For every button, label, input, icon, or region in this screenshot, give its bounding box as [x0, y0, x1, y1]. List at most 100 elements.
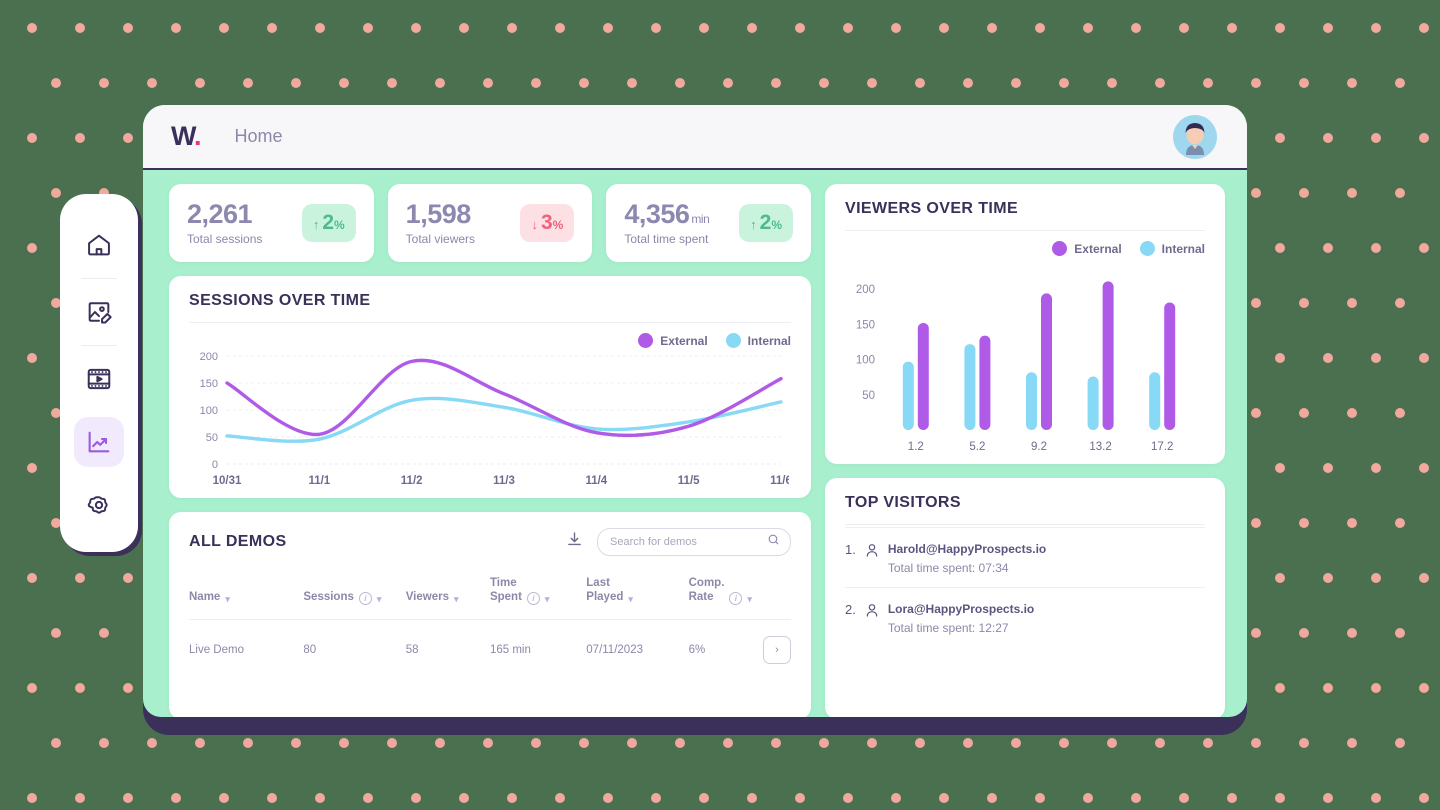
table-header-row: Name ▾ Sessions i ▾ Viewers ▾ Time Spent	[189, 562, 791, 619]
top-visitors-card: TOP VISITORS 1. Harold@HappyProspects.io…	[825, 478, 1225, 717]
list-item[interactable]: 2. Lora@HappyProspects.io Total time spe…	[845, 587, 1205, 647]
card-title: VIEWERS OVER TIME	[845, 200, 1019, 217]
legend-item-external: External	[638, 333, 708, 348]
col-label: Name	[189, 591, 221, 604]
col-last-played[interactable]: Last Played ▾	[586, 562, 688, 619]
person-icon	[864, 602, 880, 635]
list-item[interactable]: 1. Harold@HappyProspects.io Total time s…	[845, 527, 1205, 587]
divider	[845, 524, 1205, 525]
legend-item-external: External	[1052, 241, 1122, 256]
sidebar-item-video[interactable]	[74, 354, 124, 404]
svg-text:17.2: 17.2	[1151, 441, 1173, 453]
visitor-time: Total time spent: 07:34	[887, 561, 1009, 575]
search-input[interactable]	[608, 535, 761, 549]
col-name[interactable]: Name ▾	[189, 562, 303, 619]
stat-text: 1,598 Total viewers	[406, 200, 475, 246]
chevron-down-icon[interactable]: ▾	[628, 594, 633, 605]
info-icon[interactable]: i	[729, 591, 743, 605]
divider	[81, 345, 117, 346]
analytics-icon	[88, 431, 110, 453]
row-open-button[interactable]: ›	[763, 635, 791, 664]
legend-dot-internal	[1139, 241, 1155, 256]
divider	[81, 278, 117, 279]
sidebar-item-settings[interactable]	[74, 480, 124, 530]
cell-last-played: 07/11/2023	[586, 618, 689, 680]
svg-text:150: 150	[856, 319, 875, 331]
right-column: VIEWERS OVER TIME External Internal 50 10…	[825, 184, 1225, 717]
col-label: Comp. Rate	[688, 577, 725, 604]
legend-label: External	[1074, 241, 1122, 256]
avatar[interactable]	[1173, 114, 1217, 159]
divider	[845, 230, 1205, 231]
legend-dot-external	[1052, 241, 1068, 256]
stat-number: 1,598	[405, 199, 472, 230]
download-icon[interactable]	[566, 531, 583, 553]
stat-number: 4,356	[624, 199, 690, 230]
viewers-bar-chart: 50 100 150 200 1.2 5.2 9.2 13.2 17.2	[856, 281, 1176, 453]
sessions-over-time-card: SESSIONS OVER TIME External Internal 0 50…	[169, 276, 811, 498]
stat-delta-badge: ↑ 2 %	[739, 204, 794, 242]
visitor-email: Lora@HappyProspects.io	[887, 602, 1035, 616]
stat-value: 4,356 min	[624, 200, 709, 228]
cell-comp-rate: 6% ›	[688, 618, 791, 680]
col-label: Last Played	[586, 577, 624, 604]
chevron-down-icon[interactable]: ▾	[545, 594, 550, 605]
device-screen: W. Home 2,261 Total sessions ↑ 2 % 1,598…	[143, 105, 1247, 717]
col-viewers[interactable]: Viewers ▾	[406, 562, 490, 619]
stat-text: 4,356 min Total time spent	[624, 200, 709, 246]
chevron-down-icon[interactable]: ▾	[377, 594, 382, 605]
chevron-down-icon[interactable]: ▾	[225, 594, 230, 605]
svg-text:0: 0	[212, 459, 218, 471]
chevron-down-icon[interactable]: ▾	[747, 594, 752, 605]
svg-text:11/6: 11/6	[770, 475, 789, 487]
app-logo[interactable]: W.	[171, 123, 201, 150]
dashboard-content: 2,261 Total sessions ↑ 2 % 1,598 Total v…	[143, 170, 1247, 717]
delta-percent: %	[552, 218, 564, 232]
legend-dot-internal	[725, 333, 741, 348]
sidebar-item-home[interactable]	[74, 220, 124, 270]
stats-row: 2,261 Total sessions ↑ 2 % 1,598 Total v…	[169, 184, 812, 262]
delta-value: 3	[540, 211, 553, 234]
stat-unit: min	[691, 212, 710, 227]
sidebar-item-analytics[interactable]	[74, 417, 124, 467]
col-sessions[interactable]: Sessions i ▾	[303, 562, 405, 619]
table-row[interactable]: Live Demo 80 58 165 min 07/11/2023 6% ›	[189, 618, 791, 680]
cell-viewers: 58	[405, 618, 490, 680]
cell-sessions: 80	[303, 618, 406, 680]
col-comp-rate[interactable]: Comp. Rate i ▾	[689, 562, 791, 619]
card-title: ALL DEMOS	[189, 533, 287, 550]
svg-text:100: 100	[200, 405, 218, 417]
nav-home[interactable]: Home	[235, 126, 283, 147]
arrow-up-icon: ↑	[312, 217, 320, 232]
svg-text:100: 100	[856, 355, 875, 367]
legend-label: Internal	[1161, 241, 1205, 256]
search-icon[interactable]	[767, 533, 780, 551]
sidebar-item-media[interactable]	[74, 287, 124, 337]
divider	[189, 322, 791, 323]
stat-label: Total time spent	[624, 231, 709, 246]
svg-text:200: 200	[856, 284, 875, 296]
stat-card-time-spent: 4,356 min Total time spent ↑ 2 %	[606, 184, 812, 262]
stat-card-sessions: 2,261 Total sessions ↑ 2 %	[169, 184, 374, 262]
info-icon[interactable]: i	[358, 591, 372, 605]
info-icon[interactable]: i	[526, 591, 540, 605]
svg-text:5.2: 5.2	[969, 441, 985, 453]
stat-value: 1,598	[406, 200, 475, 228]
legend-item-internal: Internal	[1139, 241, 1205, 256]
demos-table-head: Name ▾ Sessions i ▾ Viewers ▾ Time Spent	[189, 562, 791, 619]
svg-text:200: 200	[200, 351, 218, 363]
svg-text:11/4: 11/4	[585, 475, 607, 487]
all-demos-card: ALL DEMOS Search for demos Name ▾ Sessio…	[169, 512, 811, 717]
svg-text:13.2: 13.2	[1089, 441, 1111, 453]
svg-text:11/3: 11/3	[493, 475, 515, 487]
top-bar: W. Home	[143, 105, 1247, 170]
visitor-rank: 2.	[845, 602, 856, 617]
stat-delta-badge: ↓ 3 %	[520, 204, 575, 242]
chevron-down-icon[interactable]: ▾	[454, 594, 459, 605]
col-time-spent[interactable]: Time Spent i ▾	[490, 562, 586, 619]
visitor-time: Total time spent: 12:27	[887, 621, 1009, 635]
demos-tools	[566, 528, 791, 556]
viewers-legend: External Internal	[845, 241, 1205, 256]
svg-text:50: 50	[862, 390, 875, 402]
search-box[interactable]	[597, 528, 791, 556]
